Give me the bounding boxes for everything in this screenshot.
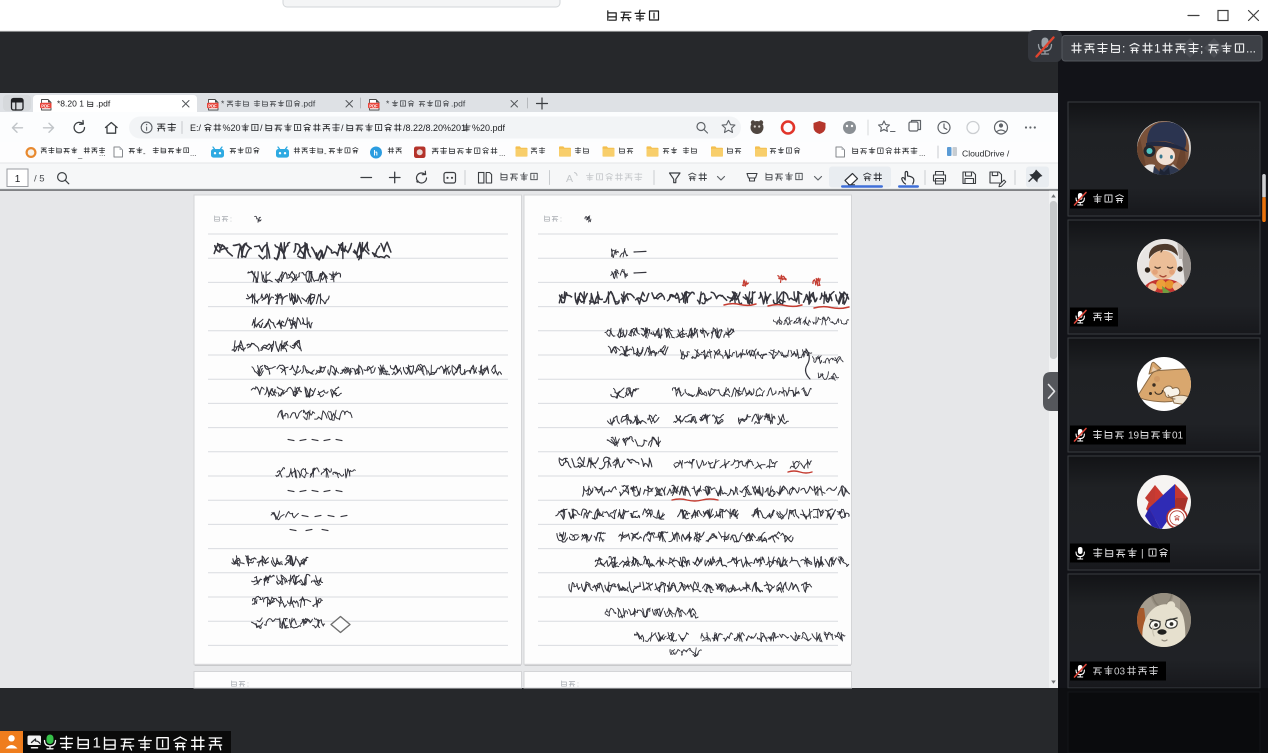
svg-text:|: | [1141,549,1144,560]
svg-text:PDF: PDF [208,103,217,108]
svg-text:A: A [566,173,573,185]
svg-text:...: ... [919,149,925,158]
svg-text:E:/: E:/ [190,123,202,133]
svg-text::: : [1122,41,1125,55]
svg-text:_: _ [77,150,83,159]
svg-text:%20: %20 [223,123,241,133]
svg-text:.pdf: .pdf [96,99,111,109]
svg-text::: : [247,682,249,689]
svg-text:/8.22/8.20%201: /8.22/8.20%201 [403,123,466,133]
svg-text:CloudDrive /: CloudDrive / [962,149,1010,159]
svg-text:01: 01 [1172,431,1184,442]
svg-text:%20.pdf: %20.pdf [472,123,506,133]
svg-text::: : [577,682,579,689]
svg-text:;: ; [1200,41,1203,55]
svg-text:...: ... [1246,41,1256,55]
svg-text:1: 1 [93,735,101,752]
svg-text:PDF: PDF [369,103,378,108]
svg-text:...: ... [190,149,196,158]
svg-text::: : [560,217,562,224]
svg-text::: : [230,217,232,224]
svg-text:03: 03 [1114,667,1126,678]
svg-text:*8.20 1: *8.20 1 [57,99,84,109]
svg-text:.pdf: .pdf [301,99,316,109]
svg-text:...: ... [99,149,105,158]
svg-text:1: 1 [15,174,21,185]
svg-text:...: ... [499,149,505,158]
svg-text:1: 1 [1154,41,1161,55]
svg-text:.pdf: .pdf [451,99,466,109]
svg-text:19: 19 [1128,431,1140,442]
svg-text:/ 5: / 5 [34,174,45,185]
svg-text:PDF: PDF [41,103,50,108]
svg-text:h: h [374,151,378,158]
